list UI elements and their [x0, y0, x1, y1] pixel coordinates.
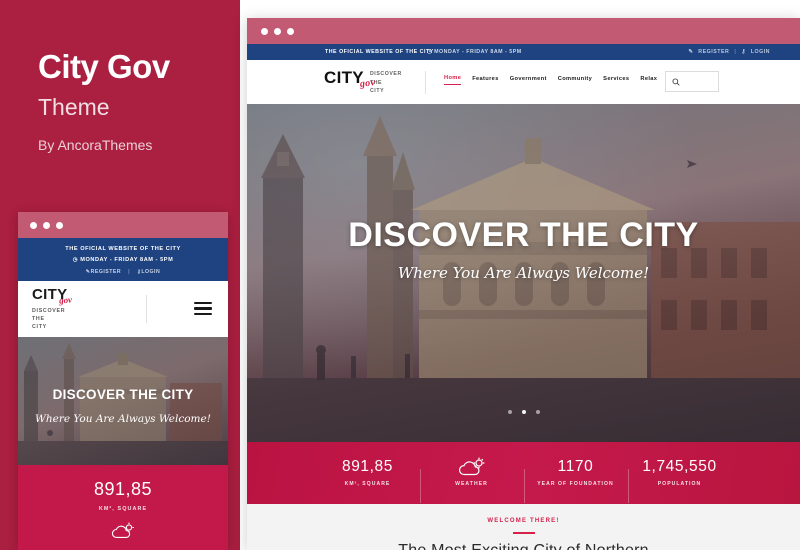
hamburger-bar: [194, 307, 212, 310]
desktop-topbar: THE OFICIAL WEBSITE OF THE CITY ◷ MONDAY…: [247, 44, 800, 60]
window-controls: [30, 221, 63, 229]
nav-item-community[interactable]: Community: [558, 76, 592, 85]
mobile-register-link[interactable]: REGISTER: [91, 269, 122, 275]
minimize-dot-icon[interactable]: [43, 221, 50, 229]
stat-item-population: 1,745,550 POPULATION: [627, 457, 732, 502]
mobile-hours-text: ◷ MONDAY - FRIDAY 8AM - 5PM: [72, 257, 174, 264]
desktop-account-links: ✎ REGISTER | ⚷ LOGIN: [688, 49, 770, 55]
close-dot-icon[interactable]: [30, 221, 37, 229]
slider-dot[interactable]: [507, 410, 512, 414]
welcome-kicker: WELCOME THERE!: [487, 518, 560, 524]
mobile-logo-mark: CITY gov: [32, 286, 73, 306]
theme-author: By AncoraThemes: [38, 137, 153, 153]
hamburger-bar: [194, 312, 212, 316]
mobile-link-separator: |: [128, 268, 131, 275]
mobile-login-link[interactable]: LOGIN: [141, 269, 160, 275]
desktop-logo[interactable]: CITY gov DISCOVER THE CITY: [324, 69, 402, 96]
desktop-link-separator: |: [734, 49, 737, 55]
mobile-hero-subtitle: Where You Are Always Welcome!: [35, 412, 211, 425]
mobile-header: CITY gov DISCOVER THE CITY: [18, 280, 228, 337]
cloud-sun-icon: [420, 457, 524, 475]
stat-item-area: 891,85 KM², SQUARE: [316, 459, 420, 488]
stat-item-foundation: 1170 YEAR OF FOUNDATION: [523, 457, 628, 502]
nav-item-features[interactable]: Features: [472, 76, 499, 85]
mobile-official-text: THE OFICIAL WEBSITE OF THE CITY: [65, 246, 181, 252]
search-input[interactable]: [665, 71, 719, 92]
welcome-section: WELCOME THERE! The Most Exciting City of…: [247, 504, 800, 550]
stats-bar: 891,85 KM², SQUARE WEATHER 1170 YEAR OF …: [247, 442, 800, 504]
hero-subtitle: Where You Are Always Welcome!: [397, 264, 650, 282]
desktop-login-link[interactable]: LOGIN: [751, 49, 770, 55]
mobile-stat-label: KM², SQUARE: [98, 505, 148, 512]
stat-item-weather: WEATHER: [419, 457, 524, 503]
desktop-hours-text: ◷ MONDAY - FRIDAY 8AM - 5PM: [427, 49, 522, 55]
cloud-sun-icon: [18, 522, 228, 540]
mobile-logo-gov-text: gov: [58, 294, 73, 306]
minimize-dot-icon[interactable]: [274, 27, 281, 35]
stat-label: POPULATION: [657, 481, 702, 488]
desktop-register-link[interactable]: REGISTER: [698, 49, 729, 55]
desktop-logo-gov-text: gov: [358, 77, 376, 90]
stat-label: YEAR OF FOUNDATION: [537, 481, 614, 488]
close-dot-icon[interactable]: [261, 27, 268, 35]
stat-value: 1,745,550: [642, 457, 717, 475]
clock-icon: ◷: [427, 49, 433, 55]
welcome-heading: The Most Exciting City of Northern: [247, 542, 800, 550]
user-icon: ⚷: [741, 49, 746, 55]
desktop-header: CITY gov DISCOVER THE CITY Home Features…: [247, 60, 800, 104]
mobile-logo[interactable]: CITY gov DISCOVER THE CITY: [32, 286, 73, 332]
desktop-browser-chrome: [247, 18, 800, 44]
page-subtitle: Theme: [38, 94, 110, 120]
mobile-stat-value: 891,85: [93, 478, 153, 499]
stat-label: WEATHER: [455, 481, 488, 487]
desktop-main-nav: Home Features Government Community Servi…: [444, 75, 700, 85]
mobile-logo-tagline: DISCOVER THE CITY: [32, 307, 66, 330]
pencil-icon: ✎: [688, 49, 694, 55]
stat-value: 891,85: [341, 457, 393, 475]
window-controls: [261, 27, 294, 35]
mobile-stats-bar: 891,85 KM², SQUARE: [18, 464, 228, 550]
mobile-account-links: ✎REGISTER | ⚷LOGIN: [24, 269, 222, 275]
mobile-header-divider: [146, 294, 147, 323]
stat-label: KM², SQUARE: [344, 481, 391, 488]
desktop-header-divider: [425, 71, 426, 94]
stat-value: 1170: [557, 457, 594, 475]
slider-dot-active[interactable]: [521, 410, 526, 414]
clock-icon: ◷: [72, 257, 79, 264]
screenshot-stage: City Gov Theme By AncoraThemes THE OFICI…: [0, 0, 800, 550]
welcome-divider: [512, 532, 535, 534]
hero-title: DISCOVER THE CITY: [348, 216, 699, 254]
page-title: City Gov: [38, 48, 170, 85]
desktop-preview: THE OFICIAL WEBSITE OF THE CITY ◷ MONDAY…: [247, 18, 800, 550]
search-icon: [672, 77, 680, 86]
hamburger-bar: [194, 301, 212, 305]
nav-item-government[interactable]: Government: [510, 76, 547, 85]
hamburger-icon[interactable]: [194, 301, 212, 316]
desktop-logo-city-text: CITY gov: [324, 68, 376, 90]
desktop-hero-slider: DISCOVER THE CITY Where You Are Always W…: [247, 104, 800, 442]
nav-item-relax[interactable]: Relax: [640, 76, 657, 85]
mobile-browser-chrome: [18, 212, 228, 238]
slider-dot[interactable]: [535, 410, 540, 414]
maximize-dot-icon[interactable]: [56, 221, 63, 229]
nav-item-home[interactable]: Home: [444, 75, 462, 85]
nav-item-services[interactable]: Services: [603, 76, 629, 85]
desktop-official-text: THE OFICIAL WEBSITE OF THE CITY: [325, 49, 434, 55]
maximize-dot-icon[interactable]: [287, 27, 294, 35]
mobile-hero-title: DISCOVER THE CITY: [52, 386, 194, 402]
mobile-hero: DISCOVER THE CITY Where You Are Always W…: [18, 336, 228, 465]
slider-pagination: [247, 410, 800, 414]
mobile-topbar: THE OFICIAL WEBSITE OF THE CITY ◷ MONDAY…: [18, 238, 228, 281]
mobile-preview: THE OFICIAL WEBSITE OF THE CITY ◷ MONDAY…: [18, 212, 228, 550]
